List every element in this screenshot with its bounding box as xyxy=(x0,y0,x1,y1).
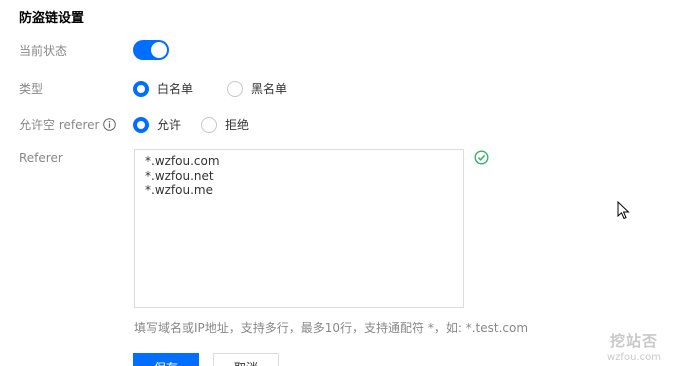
radio-checked-icon xyxy=(133,116,149,133)
toggle-knob xyxy=(151,42,167,58)
referer-textarea[interactable]: *.wzfou.com *.wzfou.net *.wzfou.me xyxy=(134,149,464,308)
watermark-logo: 挖站否 wzfou.com xyxy=(607,330,661,363)
save-button[interactable]: 保存 xyxy=(133,353,199,366)
anti-leech-settings-panel: 防盗链设置 当前状态 类型 白名单 黑名单 允许空 referer 允许 拒绝 … xyxy=(0,0,680,366)
type-option-blacklist-label: 黑名单 xyxy=(251,82,288,96)
allow-empty-referer-label: 允许空 referer xyxy=(19,118,100,132)
referer-label: Referer xyxy=(19,151,63,165)
info-icon[interactable] xyxy=(103,118,117,134)
referer-hint: 填写域名或IP地址，支持多行，最多10行，支持通配符 *，如: *.test.c… xyxy=(134,321,529,335)
mouse-cursor-icon xyxy=(617,200,630,224)
section-title: 防盗链设置 xyxy=(19,11,85,26)
type-radio-group: 白名单 黑名单 xyxy=(133,80,287,97)
allow-option-label: 允许 xyxy=(157,118,182,132)
type-option-blacklist[interactable]: 黑名单 xyxy=(227,80,287,97)
radio-checked-icon xyxy=(133,80,149,97)
check-circle-icon xyxy=(474,150,489,169)
deny-option[interactable]: 拒绝 xyxy=(201,116,249,133)
type-option-whitelist-label: 白名单 xyxy=(157,82,194,96)
cancel-button[interactable]: 取消 xyxy=(213,353,279,366)
watermark-text-en: wzfou.com xyxy=(607,352,661,363)
radio-unchecked-icon xyxy=(227,80,244,97)
status-toggle[interactable] xyxy=(133,40,169,60)
deny-option-label: 拒绝 xyxy=(225,118,250,132)
watermark-text-cn: 挖站否 xyxy=(609,332,658,350)
radio-unchecked-icon xyxy=(201,116,218,133)
allow-empty-referer-label-row: 允许空 referer xyxy=(19,116,117,134)
status-label: 当前状态 xyxy=(19,44,68,58)
allow-empty-referer-radio-group: 允许 拒绝 xyxy=(133,116,249,133)
type-option-whitelist[interactable]: 白名单 xyxy=(133,80,193,97)
type-label: 类型 xyxy=(19,82,44,96)
allow-option[interactable]: 允许 xyxy=(133,116,181,133)
